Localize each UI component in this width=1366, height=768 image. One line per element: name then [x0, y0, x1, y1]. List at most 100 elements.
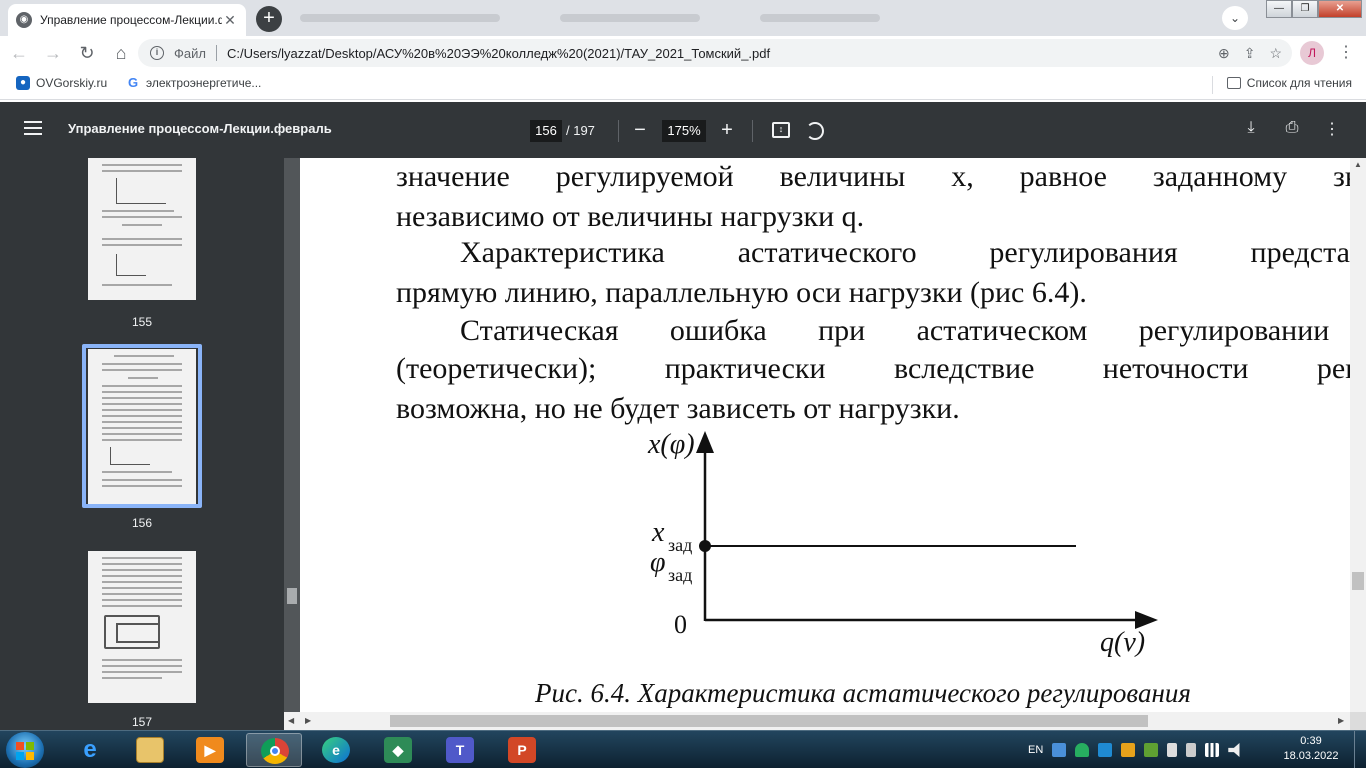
minimize-window-button[interactable]: —	[1266, 0, 1292, 18]
info-icon[interactable]: i	[150, 46, 164, 60]
page-thumbnail-155[interactable]	[88, 158, 196, 300]
scroll-right-arrow-icon[interactable]: ▶	[1338, 716, 1344, 725]
pdf-more-actions-icon[interactable]: ⋮	[1322, 119, 1342, 139]
share-icon[interactable]: ⇪	[1244, 45, 1256, 62]
thumbnail-page-number: 155	[131, 315, 153, 329]
taskbar-ie[interactable]: e	[62, 733, 118, 767]
x-axis-label: q(ν)	[1100, 627, 1145, 658]
taskbar-app[interactable]: ◆	[370, 733, 426, 767]
setpoint-phi-subscript: зад	[668, 565, 692, 585]
document-horizontal-scroll-thumb[interactable]	[390, 715, 1148, 727]
app-icon: ◆	[384, 737, 412, 763]
action-flag-icon[interactable]	[1167, 743, 1178, 757]
bookmark-label: электроэнергетиче...	[146, 76, 262, 90]
astatic-characteristic-figure: x(φ) q(ν) 0 x зад φ зад	[647, 429, 1158, 658]
zoom-level-input[interactable]: 175%	[662, 120, 706, 142]
taskbar-edge[interactable]: e	[308, 733, 364, 767]
setpoint-x-subscript: зад	[668, 535, 692, 555]
scroll-left-arrow-icon[interactable]: ◀	[288, 716, 294, 725]
taskbar-teams[interactable]: T	[432, 733, 488, 767]
security-shield-icon[interactable]	[1075, 743, 1090, 757]
origin-label: 0	[674, 610, 687, 639]
page-thumbnail-157[interactable]	[88, 551, 196, 703]
x-axis	[705, 611, 1158, 629]
document-vertical-scroll-thumb[interactable]	[1352, 572, 1364, 590]
back-arrow-icon[interactable]: ←	[4, 38, 34, 68]
download-icon[interactable]: ⤓	[1242, 119, 1260, 139]
tab-search-icon[interactable]: ⌄	[1222, 6, 1248, 30]
setpoint-marker	[699, 540, 711, 552]
device-icon[interactable]	[1186, 743, 1197, 757]
volume-icon[interactable]	[1228, 743, 1240, 757]
close-tab-icon[interactable]: ✕	[222, 12, 238, 28]
maximize-window-button[interactable]: ❐	[1292, 0, 1318, 18]
zoom-out-button[interactable]: −	[632, 115, 648, 145]
file-scheme-label: Файл	[174, 45, 206, 61]
browser-tab-active[interactable]: ◉ Управление процессом-Лекции.февраль ✕	[8, 4, 246, 36]
toolbar-divider	[618, 120, 619, 142]
onedrive-icon[interactable]	[1098, 743, 1113, 757]
close-window-button[interactable]: ✕	[1318, 0, 1362, 18]
home-icon[interactable]: ⌂	[106, 38, 136, 68]
windows-taskbar: e ▶ e ◆ T P EN 0:39 18.03.2022	[0, 730, 1366, 768]
system-clock[interactable]: 0:39 18.03.2022	[1276, 734, 1346, 764]
reading-list-button[interactable]: Список для чтения	[1226, 76, 1352, 90]
folder-icon	[136, 737, 164, 763]
bookmark-star-icon[interactable]: ☆	[1269, 45, 1282, 62]
pdf-favicon-icon: ◉	[16, 12, 32, 28]
taskbar-powerpoint[interactable]: P	[494, 733, 550, 767]
rotate-icon[interactable]	[806, 122, 824, 140]
bookmark-label: OVGorskiy.ru	[36, 76, 108, 90]
new-tab-button[interactable]: +	[256, 6, 282, 32]
scrollbar-corner	[1350, 712, 1366, 730]
browser-menu-icon[interactable]: ⋮	[1334, 41, 1358, 65]
profile-avatar[interactable]: Л	[1300, 41, 1324, 65]
ovgorskiy-favicon-icon: ●	[16, 76, 30, 90]
figure-caption: Рис. 6.4. Характеристика астатического р…	[535, 678, 1191, 708]
toolbar-divider	[752, 120, 753, 142]
nvidia-icon[interactable]	[1144, 743, 1159, 757]
print-icon[interactable]: ⎙	[1282, 119, 1302, 139]
reading-list-icon	[1226, 77, 1241, 89]
scroll-up-arrow-icon[interactable]: ▲	[1354, 160, 1362, 169]
sidebar-scrollbar[interactable]	[284, 158, 300, 730]
tray-app-icon[interactable]	[1121, 743, 1136, 757]
fit-to-page-icon[interactable]: ↕	[772, 122, 790, 138]
url-text[interactable]: C:/Users/lyazzat/Desktop/АСУ%20в%20ЭЭ%20…	[227, 46, 770, 61]
document-vertical-scrollbar[interactable]	[1350, 158, 1366, 712]
tray-app-icon[interactable]	[1052, 743, 1067, 757]
bookmarks-bar: ● OVGorskiy.ru G электроэнергетиче... Сп…	[0, 70, 1366, 100]
setpoint-x-label: x	[651, 517, 665, 548]
y-axis-label: x(φ)	[647, 429, 695, 460]
bookmark-elektroenergetika[interactable]: G электроэнергетиче...	[126, 76, 262, 91]
text-line: прямую линию, параллельную оси нагрузки …	[396, 276, 1087, 309]
network-signal-icon[interactable]	[1205, 743, 1220, 757]
sidebar-scroll-thumb[interactable]	[287, 588, 297, 604]
reload-icon[interactable]: ↻	[72, 38, 102, 68]
show-desktop-button[interactable]	[1354, 731, 1366, 768]
taskbar-chrome[interactable]	[246, 733, 302, 767]
selected-thumbnail-highlight	[82, 344, 202, 508]
start-button[interactable]	[6, 732, 44, 768]
clock-time: 0:39	[1300, 735, 1322, 747]
tab-title: Управление процессом-Лекции.февраль	[40, 13, 222, 27]
pdf-page: значение регулируемой величины x, равное…	[300, 158, 1350, 712]
setpoint-phi-label: φ	[650, 547, 666, 578]
page-total: / 197	[566, 123, 595, 138]
address-separator	[215, 45, 217, 61]
language-indicator[interactable]: EN	[1028, 744, 1043, 756]
address-bar[interactable]: i Файл C:/Users/lyazzat/Desktop/АСУ%20в%…	[138, 39, 1292, 67]
zoom-icon[interactable]: ⊕	[1218, 45, 1230, 62]
bookmark-ovgorskiy[interactable]: ● OVGorskiy.ru	[16, 76, 107, 90]
internet-explorer-icon: e	[83, 736, 97, 763]
taskbar-explorer[interactable]	[122, 733, 178, 767]
clock-date: 18.03.2022	[1283, 750, 1339, 762]
scroll-right-arrow-icon[interactable]: ▶	[305, 716, 311, 725]
forward-arrow-icon[interactable]: →	[38, 38, 68, 68]
bookmarks-separator	[1212, 76, 1213, 94]
taskbar-media-player[interactable]: ▶	[182, 733, 238, 767]
chrome-icon	[261, 738, 289, 764]
page-number-input[interactable]: 156	[530, 120, 562, 142]
thumbnails-menu-icon[interactable]	[24, 121, 42, 135]
zoom-in-button[interactable]: +	[718, 115, 736, 145]
